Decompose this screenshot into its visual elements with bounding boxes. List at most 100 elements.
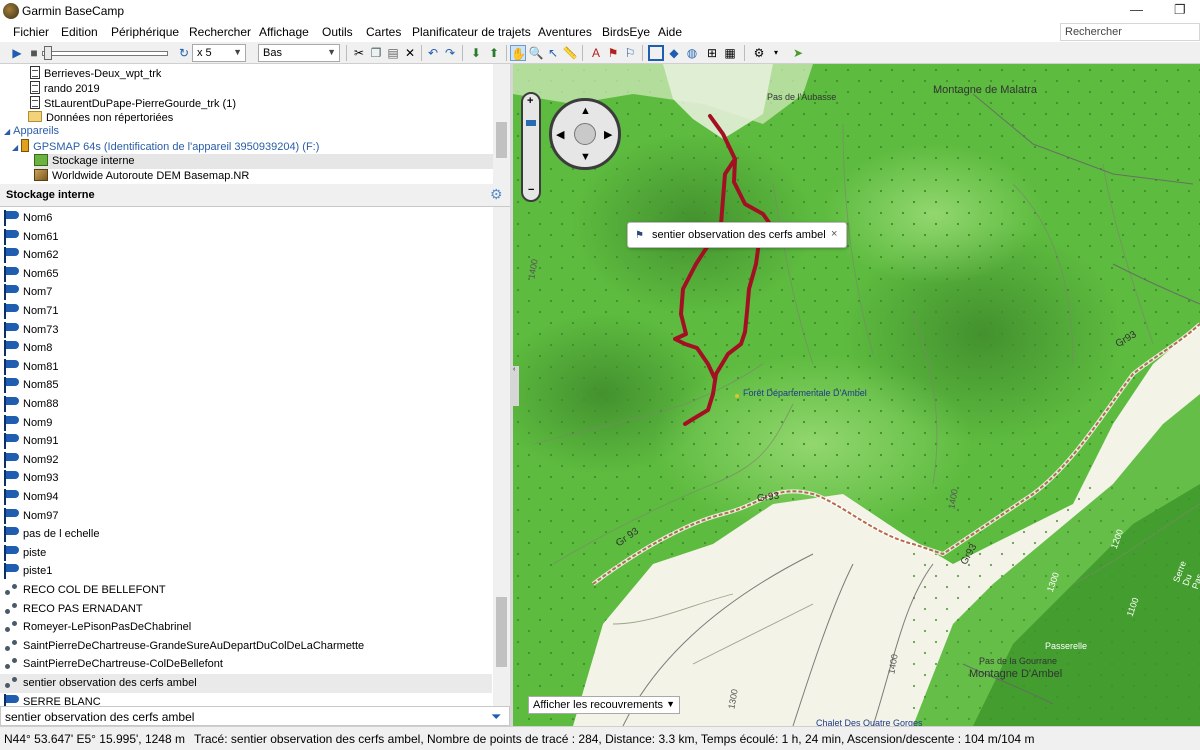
replay-icon[interactable]: ↻	[176, 45, 192, 61]
map-view[interactable]: Pas de l'Aubasse Montagne de Malatra For…	[513, 64, 1200, 726]
list-item[interactable]: Nom81	[0, 358, 492, 377]
zoom-icon[interactable]: 🔍	[528, 45, 544, 61]
speed-select[interactable]: x 5 ▼	[192, 44, 246, 62]
menu-aventures[interactable]: Aventures	[538, 25, 592, 39]
hand-tool-icon[interactable]: ✋	[510, 45, 526, 61]
grid-icon[interactable]: ▦	[722, 45, 738, 61]
minimize-button[interactable]: —	[1130, 2, 1143, 17]
play-icon[interactable]: ▶	[9, 45, 25, 61]
tree-item[interactable]: rando 2019	[30, 81, 100, 96]
list-item[interactable]: pas de l echelle	[0, 525, 492, 544]
chevron-down-icon[interactable]: ▾	[768, 45, 784, 61]
filter-icon[interactable]: ⏷	[491, 709, 501, 725]
list-item[interactable]: SaintPierreDeChartreuse-ColDeBellefont	[0, 655, 492, 674]
list-item[interactable]: piste	[0, 544, 492, 563]
globe-icon[interactable]: ◍	[684, 45, 700, 61]
pan-control[interactable]: ▲ ▼ ◀ ▶	[549, 98, 621, 170]
cut-icon[interactable]: ✂	[351, 45, 367, 61]
tree-storage[interactable]: Stockage interne	[34, 154, 494, 169]
list-item[interactable]: Nom61	[0, 228, 492, 247]
send-icon[interactable]: ➤	[790, 45, 806, 61]
tree-item[interactable]: Berrieves-Deux_wpt_trk	[30, 66, 161, 81]
tree-scrollbar[interactable]	[493, 64, 510, 184]
menu-rechercher[interactable]: Rechercher	[189, 25, 251, 39]
select-arrow-icon[interactable]: ↖	[545, 45, 561, 61]
tree-devices-header[interactable]: ◢ Appareils	[4, 125, 59, 140]
list-item[interactable]: Nom71	[0, 302, 492, 321]
stop-icon[interactable]: ■	[26, 45, 42, 61]
maximize-button[interactable]: ❐	[1174, 2, 1186, 18]
list-item[interactable]: Romeyer-LePisonPasDeChabrinel	[0, 618, 492, 637]
menu-peripherique[interactable]: Périphérique	[111, 25, 179, 39]
list-item[interactable]: Nom6	[0, 209, 492, 228]
waypoint-flag-icon[interactable]: ⚑	[605, 45, 621, 61]
menu-planificateur[interactable]: Planificateur de trajets	[412, 25, 531, 39]
pan-left-icon[interactable]: ◀	[556, 128, 564, 141]
paste-icon[interactable]: ▤	[385, 45, 401, 61]
redo-icon[interactable]: ↷	[442, 45, 458, 61]
list-item[interactable]: Nom92	[0, 451, 492, 470]
menu-aide[interactable]: Aide	[658, 25, 682, 39]
gear-icon[interactable]: ⚙	[490, 186, 503, 203]
list-item[interactable]: Nom91	[0, 432, 492, 451]
menu-cartes[interactable]: Cartes	[366, 25, 401, 39]
overlay-select[interactable]: Afficher les recouvrements ▼	[528, 696, 680, 714]
position-select[interactable]: Bas ▼	[258, 44, 340, 62]
filter-input[interactable]: sentier observation des cerfs ambel ⏷	[0, 706, 510, 726]
tree-item[interactable]: StLaurentDuPape-PierreGourde_trk (1)	[30, 96, 236, 111]
list-scrollbar[interactable]	[493, 207, 510, 706]
menu-fichier[interactable]: Fichier	[13, 25, 49, 39]
search-input[interactable]: Rechercher	[1060, 23, 1200, 41]
menu-birdseye[interactable]: BirdsEye	[602, 25, 650, 39]
scrollbar-thumb[interactable]	[496, 597, 507, 667]
list-item[interactable]: Nom7	[0, 283, 492, 302]
track-tool-icon[interactable]: ⚐	[622, 45, 638, 61]
list-item[interactable]: RECO PAS ERNADANT	[0, 600, 492, 619]
map-collapse-handle[interactable]: ‹	[513, 366, 519, 406]
pan-up-icon[interactable]: ▲	[580, 105, 591, 117]
3d-view-icon[interactable]: ◆	[666, 45, 682, 61]
pan-center[interactable]	[574, 123, 596, 145]
list-item[interactable]: SaintPierreDeChartreuse-GrandeSureAuDepa…	[0, 637, 492, 656]
list-item[interactable]: Nom73	[0, 321, 492, 340]
list-item[interactable]: Nom65	[0, 265, 492, 284]
list-item[interactable]: Nom9	[0, 414, 492, 433]
send-to-device-icon[interactable]: ⬆	[486, 45, 502, 61]
list-item[interactable]: Nom88	[0, 395, 492, 414]
tree-item[interactable]: Données non répertoriées	[28, 111, 173, 126]
zoom-in-icon[interactable]: +	[527, 95, 533, 107]
list-item[interactable]: Nom62	[0, 246, 492, 265]
scrollbar-thumb[interactable]	[496, 122, 507, 158]
delete-icon[interactable]: ✕	[402, 45, 418, 61]
playback-slider-thumb[interactable]	[44, 46, 52, 60]
tree-basemap[interactable]: Worldwide Autoroute DEM Basemap.NR	[34, 169, 249, 184]
menu-affichage[interactable]: Affichage	[259, 25, 309, 39]
pan-down-icon[interactable]: ▼	[580, 151, 591, 163]
filter-settings-icon[interactable]: ⚙	[751, 45, 767, 61]
playback-slider[interactable]	[42, 51, 168, 56]
list-item[interactable]: Nom94	[0, 488, 492, 507]
list-item[interactable]: Nom97	[0, 507, 492, 526]
receive-from-device-icon[interactable]: ⬇	[468, 45, 484, 61]
tree-device[interactable]: ◢ GPSMAP 64s (Identification de l'apparei…	[12, 139, 319, 154]
list-item[interactable]: piste1	[0, 562, 492, 581]
pan-right-icon[interactable]: ▶	[604, 128, 612, 141]
measure-icon[interactable]: 📏	[562, 45, 578, 61]
list-item[interactable]: Nom85	[0, 376, 492, 395]
zoom-slider[interactable]: + −	[521, 92, 541, 202]
list-item[interactable]: sentier observation des cerfs ambel	[0, 674, 492, 693]
copy-icon[interactable]: ❐	[368, 45, 384, 61]
list-item[interactable]: SERRE BLANC	[0, 693, 492, 706]
list-item[interactable]: Nom8	[0, 339, 492, 358]
fit-view-icon[interactable]: ⊞	[704, 45, 720, 61]
undo-icon[interactable]: ↶	[425, 45, 441, 61]
close-icon[interactable]: ×	[831, 228, 837, 240]
zoom-thumb[interactable]	[526, 120, 536, 126]
list-item[interactable]: RECO COL DE BELLEFONT	[0, 581, 492, 600]
zoom-out-icon[interactable]: −	[528, 184, 534, 196]
menu-edition[interactable]: Edition	[61, 25, 98, 39]
map-view-icon[interactable]	[648, 45, 664, 61]
track-callout[interactable]: ⚑ sentier observation des cerfs ambel ×	[627, 222, 847, 248]
list-item[interactable]: Nom93	[0, 469, 492, 488]
route-tool-icon[interactable]: A	[588, 45, 604, 61]
